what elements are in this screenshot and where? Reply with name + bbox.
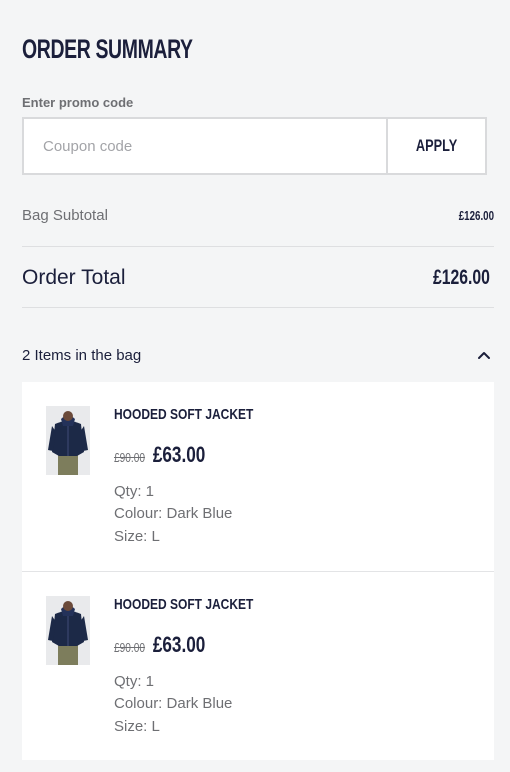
product-price: £90.00 £63.00: [114, 632, 205, 658]
bag-item: HOODED SOFT JACKET £90.00 £63.00 Qty: 1 C…: [22, 571, 494, 760]
sale-price: £63.00: [152, 632, 206, 657]
sale-price: £63.00: [152, 442, 206, 467]
bag-items-list: HOODED SOFT JACKET £90.00 £63.00 Qty: 1 C…: [22, 382, 494, 760]
original-price: £90.00: [114, 640, 146, 655]
product-quantity: Qty: 1: [114, 483, 155, 500]
product-size: Size: L: [114, 718, 160, 735]
bag-subtotal-row: Bag Subtotal £126.00: [22, 204, 494, 226]
apply-coupon-button[interactable]: APPLY: [386, 119, 485, 173]
order-total-value: £126.00: [433, 266, 490, 289]
promo-code-form: APPLY: [22, 117, 487, 175]
product-name[interactable]: HOODED SOFT JACKET: [114, 406, 253, 423]
bag-subtotal-label: Bag Subtotal: [22, 206, 108, 224]
product-colour: Colour: Dark Blue: [114, 505, 233, 522]
original-price: £90.00: [114, 450, 146, 465]
product-quantity: Qty: 1: [114, 673, 155, 690]
bag-item: HOODED SOFT JACKET £90.00 £63.00 Qty: 1 C…: [22, 382, 494, 571]
product-thumbnail[interactable]: [46, 406, 90, 475]
chevron-up-icon[interactable]: [476, 347, 492, 363]
coupon-code-input[interactable]: [24, 119, 386, 173]
order-total-label: Order Total: [22, 266, 126, 289]
product-image-jacket: [46, 596, 90, 665]
divider: [22, 307, 494, 308]
apply-coupon-label: APPLY: [415, 136, 458, 155]
promo-code-label: Enter promo code: [22, 95, 134, 110]
product-thumbnail[interactable]: [46, 596, 90, 665]
bag-subtotal-value: £126.00: [458, 207, 494, 223]
order-summary-title: ORDER SUMMARY: [22, 34, 193, 64]
bag-items-count: 2 Items in the bag: [22, 346, 142, 364]
product-name[interactable]: HOODED SOFT JACKET: [114, 596, 253, 613]
bag-items-toggle[interactable]: 2 Items in the bag: [22, 343, 494, 367]
product-price: £90.00 £63.00: [114, 442, 205, 468]
order-total-row: Order Total £126.00: [22, 263, 494, 293]
product-image-jacket: [46, 406, 90, 475]
product-colour: Colour: Dark Blue: [114, 695, 233, 712]
product-size: Size: L: [114, 528, 160, 545]
divider: [22, 246, 494, 247]
